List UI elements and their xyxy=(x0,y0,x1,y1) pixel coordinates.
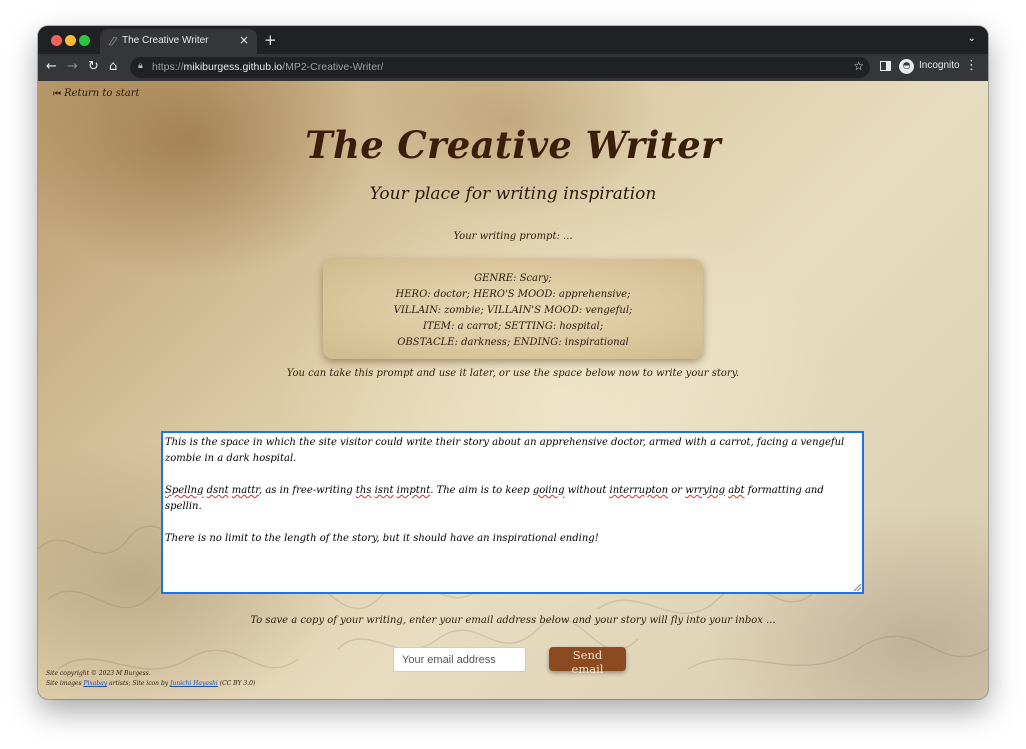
new-tab-icon[interactable]: + xyxy=(264,31,277,49)
tab-creative-writer[interactable]: The Creative Writer × xyxy=(100,29,257,54)
reload-icon[interactable]: ↻ xyxy=(88,59,99,74)
skip-back-icon: ⏮ xyxy=(53,89,62,99)
chevron-down-icon[interactable]: ⌄ xyxy=(968,33,976,44)
prompt-label: Your writing prompt: ... xyxy=(453,231,573,242)
incognito-label[interactable]: Incognito xyxy=(919,60,960,71)
page-content: ⏮ Return to start The Creative Writer You… xyxy=(38,81,988,699)
back-arrow-icon[interactable]: ← xyxy=(46,59,57,74)
prompt-line: VILLAIN: zombie; VILLAIN'S MOOD: vengefu… xyxy=(393,305,633,316)
close-window-button[interactable] xyxy=(51,35,62,46)
resize-handle[interactable] xyxy=(854,584,861,591)
writing-prompt-box: GENRE: Scary; HERO: doctor; HERO'S MOOD:… xyxy=(323,259,703,359)
quill-icon xyxy=(108,36,118,46)
more-menu-icon[interactable]: ⋮ xyxy=(965,58,978,73)
lock-icon[interactable]: 🔒︎ xyxy=(138,61,143,71)
story-paragraph: Spellng dsnt mattr, as in free-writing t… xyxy=(165,485,824,512)
copyright-text: Site copyright © 2023 M Burgess. xyxy=(46,670,151,677)
page-title: The Creative Writer xyxy=(305,123,721,167)
prompt-line: HERO: doctor; HERO'S MOOD: apprehensive; xyxy=(395,289,631,300)
side-panel-icon[interactable] xyxy=(880,61,891,71)
tab-strip: The Creative Writer × + ⌄ xyxy=(38,26,988,54)
page-subtitle: Your place for writing inspiration xyxy=(369,184,657,204)
prompt-line: OBSTACLE: darkness; ENDING: inspirationa… xyxy=(397,337,629,348)
send-email-button[interactable]: Send email xyxy=(549,647,626,676)
story-paragraph: This is the space in which the site visi… xyxy=(165,437,845,464)
site-footer: Site copyright © 2023 M Burgess. Site im… xyxy=(46,669,255,689)
forward-arrow-icon[interactable]: → xyxy=(67,59,78,74)
pixabay-link[interactable]: Pixabay xyxy=(83,680,107,687)
save-note: To save a copy of your writing, enter yo… xyxy=(250,615,776,626)
bookmark-star-icon[interactable]: ☆ xyxy=(853,59,864,73)
credits-text: Site images Pixabay artists; Site icon b… xyxy=(46,680,256,687)
prompt-line: GENRE: Scary; xyxy=(474,273,552,284)
url-text: https://mikiburgess.github.io/MP2-Creati… xyxy=(152,61,384,73)
incognito-icon[interactable]: ◓ xyxy=(899,59,914,74)
minimize-window-button[interactable] xyxy=(65,35,76,46)
home-icon[interactable]: ⌂ xyxy=(109,59,117,74)
prompt-note: You can take this prompt and use it late… xyxy=(286,368,740,379)
address-bar[interactable]: 🔒︎ https://mikiburgess.github.io/MP2-Cre… xyxy=(130,57,870,78)
browser-window: The Creative Writer × + ⌄ ← → ↻ ⌂ 🔒︎ htt… xyxy=(38,26,988,699)
close-tab-icon[interactable]: × xyxy=(239,33,249,47)
email-input[interactable] xyxy=(393,647,526,672)
browser-toolbar: ← → ↻ ⌂ 🔒︎ https://mikiburgess.github.io… xyxy=(38,54,988,81)
prompt-line: ITEM: a carrot; SETTING: hospital; xyxy=(422,321,604,332)
zoom-window-button[interactable] xyxy=(79,35,90,46)
tab-title: The Creative Writer xyxy=(122,35,209,46)
story-textarea[interactable]: This is the space in which the site visi… xyxy=(162,432,863,593)
return-to-start-link[interactable]: ⏮ Return to start xyxy=(53,88,140,99)
icon-author-link[interactable]: Junichi Hayashi xyxy=(170,680,218,687)
story-paragraph: There is no limit to the length of the s… xyxy=(165,533,599,544)
